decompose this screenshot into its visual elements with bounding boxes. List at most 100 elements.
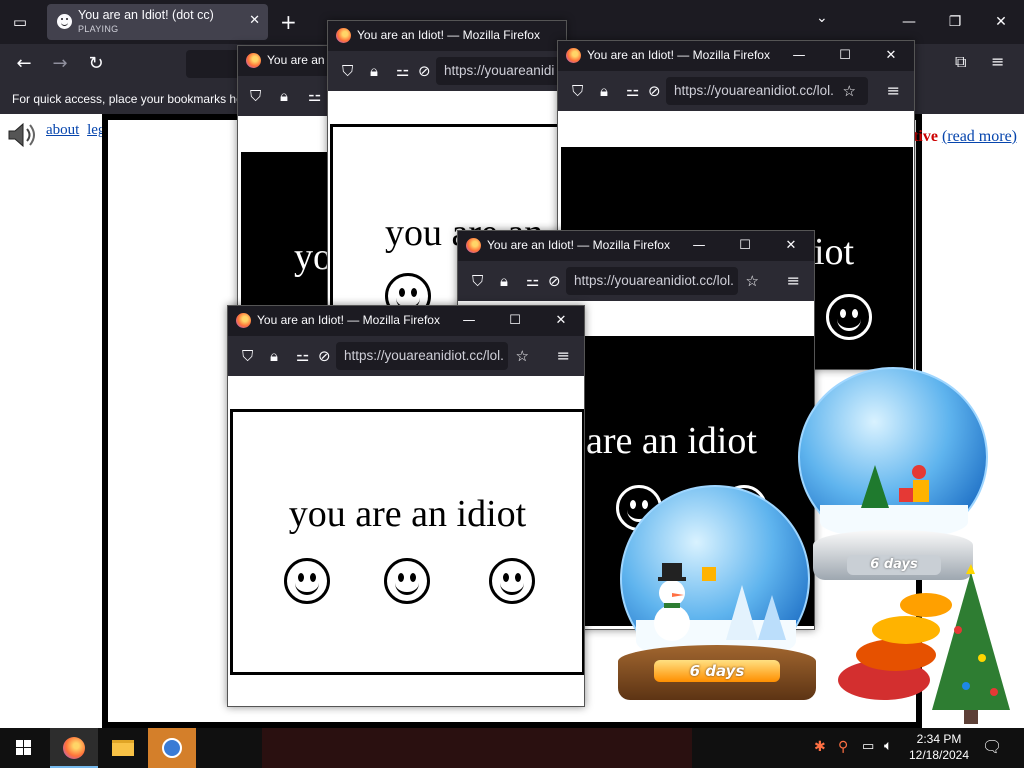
minimize-button[interactable]: — [776, 41, 822, 71]
clock-time: 2:34 PM [916, 732, 962, 746]
reload-icon[interactable]: ↻ [84, 52, 108, 76]
window-controls: — ❐ ✕ [886, 0, 1024, 44]
menu-icon[interactable]: ≡ [557, 346, 570, 365]
permissions-icon[interactable]: ⚍ [296, 347, 309, 365]
popup-url: https://youareanidiot.cc/lol. [344, 348, 504, 363]
permissions-icon[interactable]: ⚍ [308, 87, 321, 105]
shield-icon[interactable]: ⛉ [250, 87, 261, 105]
popup-titlebar: You are an Idiot! — Mozilla Firefox — ☐ … [228, 306, 584, 336]
popup-url-bar[interactable]: https://youareanidiot.cc/lol. [336, 342, 508, 370]
taskbar-firefox[interactable] [50, 728, 98, 768]
clock[interactable]: 2:34 PM 12/18/2024 [904, 731, 974, 763]
smiley-favicon-icon [57, 14, 72, 29]
volume-icon[interactable]: 🔈︎ [884, 738, 892, 754]
maximize-button[interactable]: ☐ [492, 306, 538, 336]
maximize-button[interactable]: ☐ [722, 231, 768, 261]
popup-titlebar: You are an Idiot! — Mozilla Firefox [328, 21, 566, 51]
christmas-tree-icon [861, 465, 929, 508]
popup-window-controls: — ☐ ✕ [776, 41, 914, 71]
tracking-icon[interactable]: ⊘ [648, 82, 661, 100]
tracking-icon[interactable]: ⊘ [418, 62, 431, 80]
firefox-icon [466, 238, 481, 253]
tray-app-icon[interactable]: ✱ [814, 739, 826, 755]
popup-window-controls: — ☐ ✕ [446, 306, 584, 336]
smiley-icon [826, 294, 872, 340]
popup-toolbar: ⛉ 🔒︎ ⚍ ⊘ https://youareanidiot.cc/lol. ☆… [458, 261, 814, 301]
snow-globe-front[interactable]: 6 days [612, 485, 822, 705]
tab-you-are-an-idiot[interactable]: You are an Idiot! (dot cc) PLAYING ✕ [47, 4, 268, 40]
speaker-icon[interactable] [6, 120, 40, 150]
shield-icon[interactable]: ⛉ [472, 272, 483, 290]
snowman-icon [654, 563, 786, 641]
read-more-link[interactable]: (read more) [942, 128, 1017, 145]
menu-icon[interactable]: ≡ [887, 81, 900, 100]
shield-icon[interactable]: ⛉ [242, 347, 253, 365]
shield-icon[interactable]: ⛉ [342, 62, 353, 80]
menu-icon[interactable]: ≡ [787, 271, 800, 290]
lock-icon: 🔒︎ [370, 62, 378, 80]
taskbar: ✱ ⚲ ▭ 🔈︎ 2:34 PM 12/18/2024 🗨︎ [0, 728, 1024, 768]
tab-list-icon[interactable]: ▭ [8, 10, 32, 34]
star-icon[interactable]: ☆ [746, 272, 759, 290]
star-icon[interactable]: ☆ [843, 82, 856, 100]
extensions-icon[interactable]: ⧉ [955, 52, 966, 72]
popup-toolbar: ⛉ 🔒︎ ⚍ ⊘ https://youareanidi [328, 51, 566, 91]
clock-date: 12/18/2024 [908, 748, 970, 762]
minimize-button[interactable]: — [886, 0, 932, 44]
close-window-button[interactable]: ✕ [868, 41, 914, 71]
chevron-down-icon[interactable]: ⌄ [816, 10, 828, 26]
smiley-icon [384, 558, 430, 604]
taskbar-wallpaper-strip [262, 728, 692, 768]
idiot-message: you are an idiot [288, 493, 527, 535]
file-explorer-icon [112, 740, 134, 756]
idiot-message: iot [814, 231, 855, 273]
menu-icon[interactable]: ≡ [991, 52, 1004, 71]
network-icon[interactable]: ▭ [862, 739, 874, 754]
popup-title: You are an I [267, 53, 332, 67]
read-more-notice: tive (read more) [913, 128, 1017, 146]
star-icon[interactable]: ☆ [516, 347, 529, 365]
taskbar-app[interactable] [148, 728, 196, 768]
minimize-button[interactable]: — [446, 306, 492, 336]
close-window-button[interactable]: ✕ [538, 306, 584, 336]
popup-body: you are an idiot [228, 376, 584, 706]
popup-url-bar[interactable]: https://youareanidi [436, 57, 566, 85]
maximize-button[interactable]: ☐ [822, 41, 868, 71]
windows-start-icon[interactable] [0, 728, 48, 768]
popup-title: You are an Idiot! — Mozilla Firefox [487, 238, 670, 252]
back-icon[interactable]: ← [12, 52, 36, 76]
popup-window-front[interactable]: You are an Idiot! — Mozilla Firefox — ☐ … [227, 305, 585, 707]
restore-button[interactable]: ❐ [932, 0, 978, 44]
forward-icon[interactable]: → [48, 52, 72, 76]
christmas-tree-icon [838, 564, 1010, 724]
idiot-message: are an idiot [586, 420, 757, 462]
about-link[interactable]: about [46, 122, 79, 138]
popup-url: https://youareanidi [444, 63, 555, 78]
close-window-button[interactable]: ✕ [978, 0, 1024, 44]
popup-url: https://youareanidiot.cc/lol. [574, 273, 734, 288]
shield-icon[interactable]: ⛉ [572, 82, 583, 100]
popup-title: You are an Idiot! — Mozilla Firefox [587, 48, 770, 62]
smiley-icon [284, 558, 330, 604]
minimize-button[interactable]: — [676, 231, 722, 261]
close-tab-icon[interactable]: ✕ [249, 13, 260, 28]
popup-url-bar[interactable]: https://youareanidiot.cc/lol. [666, 77, 868, 105]
tracking-icon[interactable]: ⊘ [318, 347, 331, 365]
taskbar-file-explorer[interactable] [98, 728, 146, 768]
notifications-icon[interactable]: 🗨︎ [982, 737, 1002, 756]
search-icon[interactable]: ⚲ [838, 739, 848, 755]
permissions-icon[interactable]: ⚍ [396, 62, 409, 80]
permissions-icon[interactable]: ⚍ [526, 272, 539, 290]
new-tab-button[interactable]: + [280, 10, 297, 34]
firefox-icon [63, 737, 85, 759]
close-window-button[interactable]: ✕ [768, 231, 814, 261]
snow-globe-back[interactable]: 6 days [795, 365, 991, 590]
popup-url: https://youareanidiot.cc/lol. [674, 83, 834, 98]
popup-title: You are an Idiot! — Mozilla Firefox [357, 28, 540, 42]
popup-titlebar: You are an Idiot! — Mozilla Firefox — ☐ … [558, 41, 914, 71]
popup-url-bar[interactable]: https://youareanidiot.cc/lol. [566, 267, 738, 295]
firefox-icon [246, 53, 261, 68]
permissions-icon[interactable]: ⚍ [626, 82, 639, 100]
popup-window-controls: — ☐ ✕ [676, 231, 814, 261]
tracking-icon[interactable]: ⊘ [548, 272, 561, 290]
